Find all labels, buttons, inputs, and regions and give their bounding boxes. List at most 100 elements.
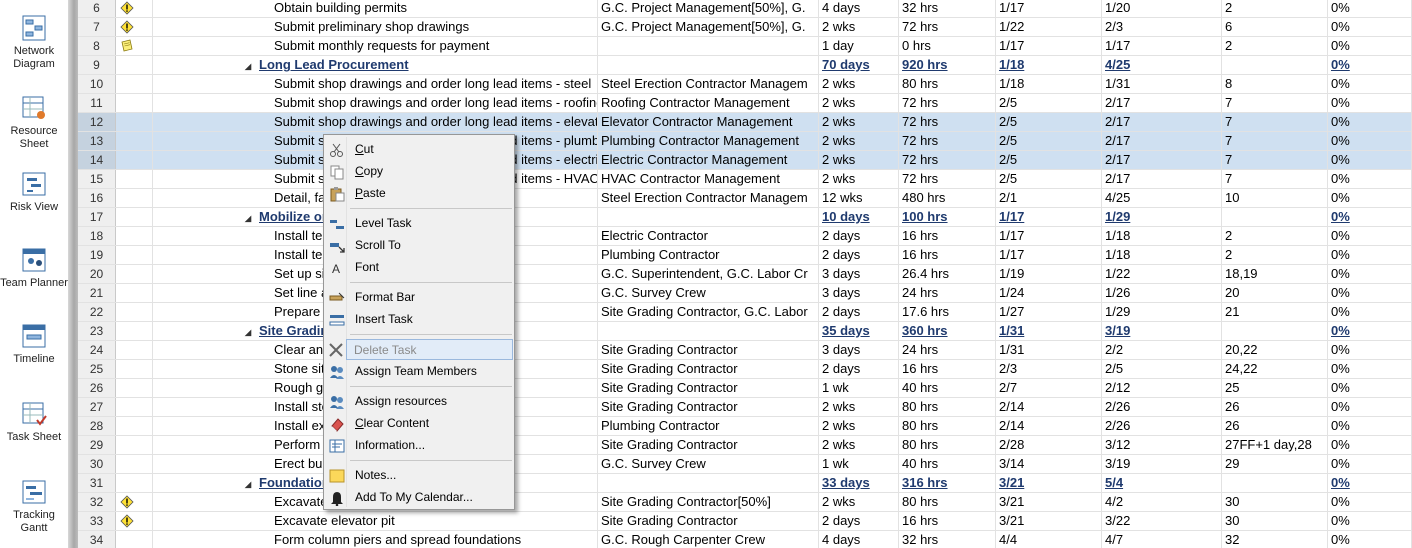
menu-item-assign-team-members[interactable]: Assign Team Members: [326, 361, 512, 382]
task-name-cell[interactable]: Obtain building permits: [153, 0, 598, 17]
duration-cell[interactable]: 2 days: [819, 303, 899, 321]
view-resource-sheet[interactable]: Resource Sheet: [0, 94, 68, 151]
work-cell[interactable]: 72 hrs: [899, 18, 996, 36]
table-row[interactable]: 19Install temporary water servicePlumbin…: [78, 246, 1412, 265]
table-row[interactable]: 12 Submit shop drawings and order long le…: [78, 113, 1412, 132]
indicators-cell[interactable]: [116, 493, 153, 511]
duration-cell[interactable]: 35 days: [819, 322, 899, 340]
start-cell[interactable]: 4/4: [996, 531, 1102, 548]
percent-complete-cell[interactable]: 0%: [1328, 132, 1412, 150]
table-row[interactable]: 15Submit shop drawings and order long le…: [78, 170, 1412, 189]
resource-names-cell[interactable]: Site Grading Contractor: [598, 436, 819, 454]
start-cell[interactable]: 2/5: [996, 94, 1102, 112]
start-cell[interactable]: 2/5: [996, 151, 1102, 169]
indicators-cell[interactable]: [116, 37, 153, 55]
row-id-cell[interactable]: 32: [78, 493, 116, 511]
row-id-cell[interactable]: 20: [78, 265, 116, 283]
percent-complete-cell[interactable]: 0%: [1328, 0, 1412, 17]
work-cell[interactable]: 72 hrs: [899, 151, 996, 169]
view-task-sheet[interactable]: Task Sheet: [0, 400, 68, 444]
resource-names-cell[interactable]: Roofing Contractor Management: [598, 94, 819, 112]
summary-task-row[interactable]: 9 ◢ Long Lead Procurement 70 days 920 hrs 1/1…: [78, 56, 1412, 75]
duration-cell[interactable]: 2 wks: [819, 436, 899, 454]
predecessors-cell[interactable]: 26: [1222, 398, 1328, 416]
row-id-cell[interactable]: 24: [78, 341, 116, 359]
resource-names-cell[interactable]: G.C. Rough Carpenter Crew: [598, 531, 819, 548]
resource-names-cell[interactable]: G.C. Project Management[50%], G.: [598, 18, 819, 36]
indicators-cell[interactable]: [116, 56, 153, 74]
finish-cell[interactable]: 2/26: [1102, 417, 1222, 435]
work-cell[interactable]: 0 hrs: [899, 37, 996, 55]
start-cell[interactable]: 2/14: [996, 417, 1102, 435]
duration-cell[interactable]: 2 days: [819, 512, 899, 530]
duration-cell[interactable]: 2 wks: [819, 493, 899, 511]
start-cell[interactable]: 1/22: [996, 18, 1102, 36]
start-cell[interactable]: 2/5: [996, 132, 1102, 150]
predecessors-cell[interactable]: 8: [1222, 75, 1328, 93]
table-row[interactable]: 34 Form column piers and spread foundatio…: [78, 531, 1412, 548]
percent-complete-cell[interactable]: 0%: [1328, 417, 1412, 435]
view-bar-splitter[interactable]: [68, 0, 78, 548]
menu-item-copy[interactable]: Copy: [326, 161, 512, 182]
finish-cell[interactable]: 2/17: [1102, 94, 1222, 112]
start-cell[interactable]: 2/1: [996, 189, 1102, 207]
indicators-cell[interactable]: [116, 455, 153, 473]
row-id-cell[interactable]: 9: [78, 56, 116, 74]
duration-cell[interactable]: 3 days: [819, 341, 899, 359]
resource-names-cell[interactable]: G.C. Survey Crew: [598, 455, 819, 473]
predecessors-cell[interactable]: 20,22: [1222, 341, 1328, 359]
predecessors-cell[interactable]: 2: [1222, 0, 1328, 17]
duration-cell[interactable]: 2 days: [819, 227, 899, 245]
work-cell[interactable]: 16 hrs: [899, 360, 996, 378]
resource-names-cell[interactable]: Site Grading Contractor, G.C. Labor: [598, 303, 819, 321]
table-row[interactable]: 25Stone site access and temporary parkin…: [78, 360, 1412, 379]
resource-names-cell[interactable]: G.C. Superintendent, G.C. Labor Cr: [598, 265, 819, 283]
menu-item-clear-content[interactable]: Clear Content: [326, 413, 512, 434]
work-cell[interactable]: 80 hrs: [899, 493, 996, 511]
start-cell[interactable]: 2/28: [996, 436, 1102, 454]
finish-cell[interactable]: 2/26: [1102, 398, 1222, 416]
duration-cell[interactable]: 4 days: [819, 0, 899, 17]
start-cell[interactable]: 1/31: [996, 341, 1102, 359]
table-row[interactable]: 14Submit shop drawings and order long le…: [78, 151, 1412, 170]
percent-complete-cell[interactable]: 0%: [1328, 113, 1412, 131]
percent-complete-cell[interactable]: 0%: [1328, 75, 1412, 93]
resource-names-cell[interactable]: Plumbing Contractor: [598, 246, 819, 264]
summary-task-row[interactable]: 31 ◢ Foundations 33 days 316 hrs 3/21 5/4 0%: [78, 474, 1412, 493]
indicators-cell[interactable]: [116, 151, 153, 169]
row-id-cell[interactable]: 14: [78, 151, 116, 169]
indicators-cell[interactable]: [116, 132, 153, 150]
duration-cell[interactable]: 2 days: [819, 360, 899, 378]
task-name-cell[interactable]: Submit shop drawings and order long lead…: [153, 113, 598, 131]
row-id-cell[interactable]: 21: [78, 284, 116, 302]
predecessors-cell[interactable]: 32: [1222, 531, 1328, 548]
duration-cell[interactable]: 2 wks: [819, 18, 899, 36]
start-cell[interactable]: 1/18: [996, 56, 1102, 74]
start-cell[interactable]: 3/14: [996, 455, 1102, 473]
predecessors-cell[interactable]: 7: [1222, 113, 1328, 131]
menu-item-notes[interactable]: Notes...: [326, 465, 512, 486]
duration-cell[interactable]: 1 wk: [819, 379, 899, 397]
table-row[interactable]: 29Perform final site gradingSite Grading…: [78, 436, 1412, 455]
start-cell[interactable]: 1/27: [996, 303, 1102, 321]
menu-item-level-task[interactable]: Level Task: [326, 213, 512, 234]
percent-complete-cell[interactable]: 0%: [1328, 284, 1412, 302]
indicators-cell[interactable]: [116, 322, 153, 340]
work-cell[interactable]: 16 hrs: [899, 512, 996, 530]
percent-complete-cell[interactable]: 0%: [1328, 189, 1412, 207]
menu-item-information[interactable]: Information...: [326, 435, 512, 456]
menu-item-paste[interactable]: Paste: [326, 183, 512, 204]
percent-complete-cell[interactable]: 0%: [1328, 265, 1412, 283]
finish-cell[interactable]: 5/4: [1102, 474, 1222, 492]
indicators-cell[interactable]: [116, 474, 153, 492]
finish-cell[interactable]: 1/29: [1102, 208, 1222, 226]
menu-item-insert-task[interactable]: Insert Task: [326, 309, 512, 330]
row-id-cell[interactable]: 25: [78, 360, 116, 378]
work-cell[interactable]: 40 hrs: [899, 455, 996, 473]
table-row[interactable]: 8 Submit monthly requests for payment 1 da…: [78, 37, 1412, 56]
indicators-cell[interactable]: [116, 75, 153, 93]
start-cell[interactable]: 1/24: [996, 284, 1102, 302]
row-id-cell[interactable]: 17: [78, 208, 116, 226]
finish-cell[interactable]: 1/20: [1102, 0, 1222, 17]
indicators-cell[interactable]: [116, 531, 153, 548]
